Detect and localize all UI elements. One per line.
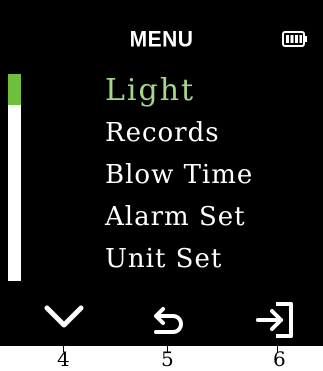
- softkey-number-6: 6: [273, 347, 286, 371]
- softkey-number-4: 4: [57, 347, 70, 371]
- chevron-down-icon: [44, 305, 84, 328]
- down-button[interactable]: [42, 298, 86, 342]
- menu-item-blow-time[interactable]: Blow Time: [105, 154, 253, 196]
- menu-item-light[interactable]: Light: [105, 70, 253, 112]
- menu-item-alarm-set[interactable]: Alarm Set: [105, 196, 253, 238]
- softkey-number-labels: 4 5 6: [0, 346, 323, 370]
- enter-button[interactable]: [254, 298, 298, 342]
- device-screen: MENU Light Records Blow Time Alarm Set U…: [0, 0, 323, 346]
- menu-item-records[interactable]: Records: [105, 112, 253, 154]
- page-title: MENU: [129, 27, 194, 52]
- scrollbar[interactable]: [8, 74, 21, 281]
- enter-icon: [256, 302, 293, 338]
- scrollbar-thumb[interactable]: [8, 74, 21, 105]
- battery-full-icon: [282, 31, 308, 47]
- softkey-bar: [0, 298, 323, 346]
- menu-list: Light Records Blow Time Alarm Set Unit S…: [105, 70, 253, 280]
- softkey-number-5: 5: [161, 347, 174, 371]
- menu-item-unit-set[interactable]: Unit Set: [105, 238, 253, 280]
- back-arrow-icon: [154, 307, 183, 334]
- back-button[interactable]: [146, 298, 190, 342]
